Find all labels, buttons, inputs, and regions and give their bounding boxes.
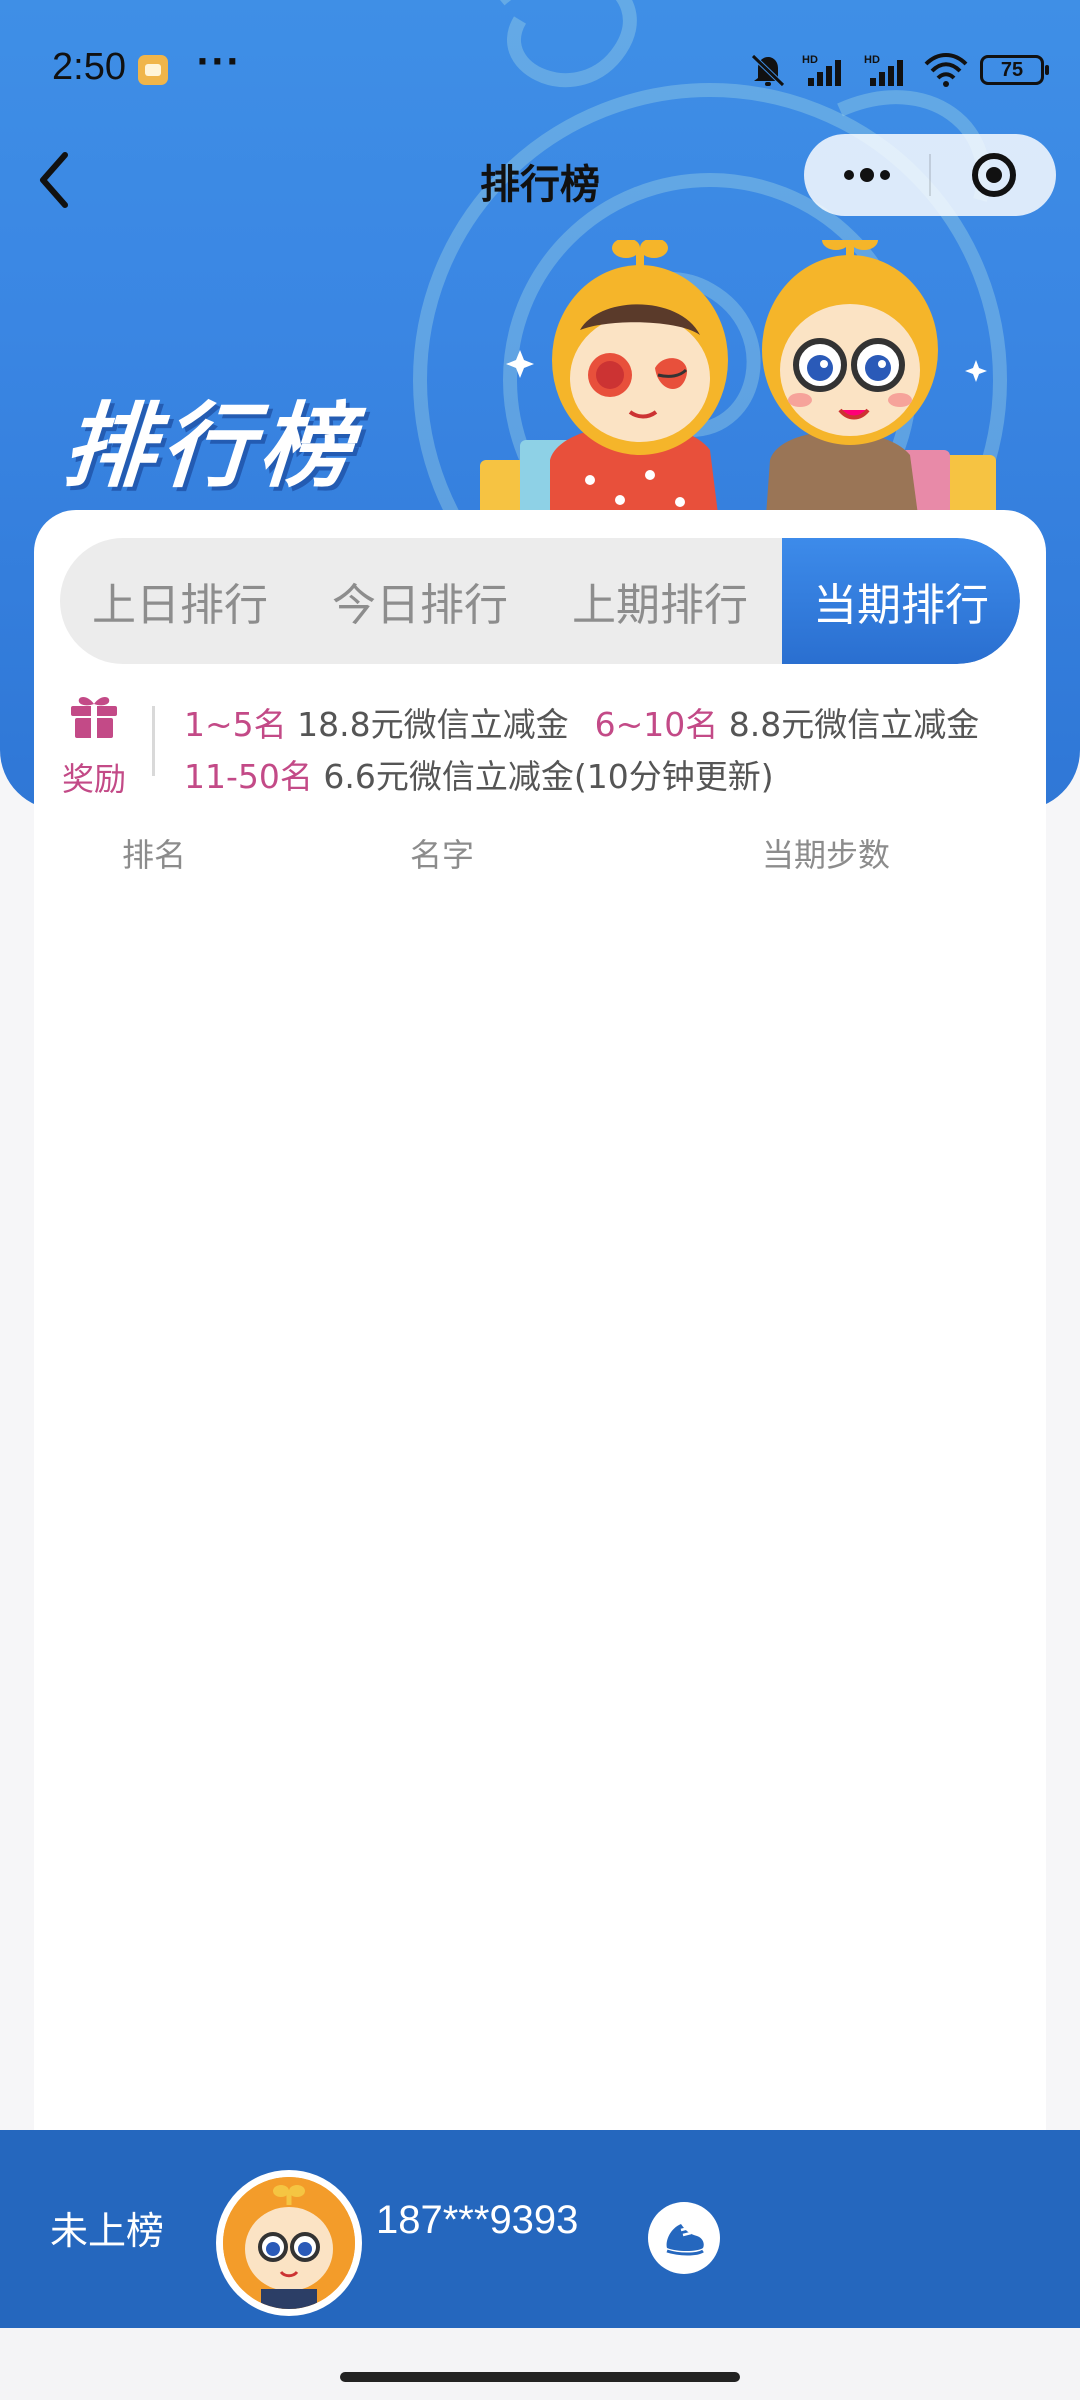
signal-hd-icon-1: HD — [802, 54, 841, 86]
tab-last-period[interactable]: 上期排行 — [540, 538, 780, 664]
wifi-icon — [924, 53, 968, 87]
status-more-dots: ··· — [196, 42, 241, 82]
more-dots-icon — [843, 168, 890, 182]
avatar — [216, 2170, 362, 2316]
reward-prize-6-10: 8.8元微信立减金 — [728, 705, 980, 744]
my-rank-bar: 未上榜 187***9393 — [0, 2130, 1080, 2328]
avatar-mascot-image — [223, 2177, 355, 2309]
leaderboard-card: 上日排行 今日排行 上期排行 当期排行 奖励 1~5名 18.8元微信立减金 6~… — [34, 510, 1046, 2130]
battery-indicator: 75 — [980, 55, 1049, 85]
leaderboard-table-header: 排名 名字 当期步数 — [34, 822, 1046, 882]
header-rank: 排名 — [122, 836, 187, 874]
home-indicator[interactable] — [340, 2372, 740, 2382]
notification-app-icon — [138, 55, 168, 85]
reward-prize-1-5: 18.8元微信立减金 — [297, 705, 569, 744]
reward-rank-11-50: 11-50名 — [184, 757, 313, 796]
my-rank-status: 未上榜 — [50, 2209, 165, 2253]
tab-current-period[interactable]: 当期排行 — [782, 538, 1020, 664]
hero-title: 排行榜 — [59, 393, 362, 500]
shoe-icon — [666, 2224, 704, 2256]
reward-line-1: 1~5名 18.8元微信立减金 6~10名 8.8元微信立减金 — [184, 698, 979, 746]
signal-hd-icon-2: HD — [864, 54, 903, 86]
steps-shoe-button[interactable] — [648, 2202, 720, 2274]
reward-rank-6-10: 6~10名 — [594, 705, 719, 744]
header-name: 名字 — [410, 836, 475, 874]
reward-badge: 奖励 — [54, 694, 134, 800]
reward-info: 奖励 1~5名 18.8元微信立减金 6~10名 8.8元微信立减金 11-50名… — [34, 688, 1046, 808]
reward-line-2: 11-50名 6.6元微信立减金(10分钟更新) — [184, 750, 774, 798]
capsule-more-button[interactable] — [804, 134, 929, 216]
system-home-area — [0, 2328, 1080, 2400]
svg-text:HD: HD — [802, 54, 818, 66]
header-steps: 当期步数 — [762, 836, 891, 874]
miniprogram-capsule — [804, 134, 1056, 216]
ranking-tabs: 上日排行 今日排行 上期排行 当期排行 — [60, 538, 1020, 664]
svg-text:HD: HD — [864, 54, 880, 66]
status-indicators: HD HD 75 — [748, 50, 1049, 90]
close-target-icon — [971, 153, 1016, 197]
my-phone-number: 187***9393 — [376, 2198, 579, 2242]
capsule-close-button[interactable] — [931, 134, 1056, 216]
gift-icon — [71, 697, 117, 738]
mascot-illustration — [480, 240, 996, 530]
reward-prize-11-50: 6.6元微信立减金(10分钟更新) — [323, 757, 774, 796]
tab-yesterday[interactable]: 上日排行 — [60, 538, 300, 664]
status-time: 2:50 — [52, 46, 126, 88]
reward-rank-1-5: 1~5名 — [184, 705, 287, 744]
tab-today[interactable]: 今日排行 — [300, 538, 540, 664]
mute-bell-icon — [751, 54, 785, 87]
status-bar: 2:50 ··· HD HD 75 — [0, 36, 1080, 106]
reward-divider — [152, 706, 155, 776]
nav-bar: 排行榜 — [0, 130, 1080, 230]
reward-label: 奖励 — [61, 760, 126, 798]
